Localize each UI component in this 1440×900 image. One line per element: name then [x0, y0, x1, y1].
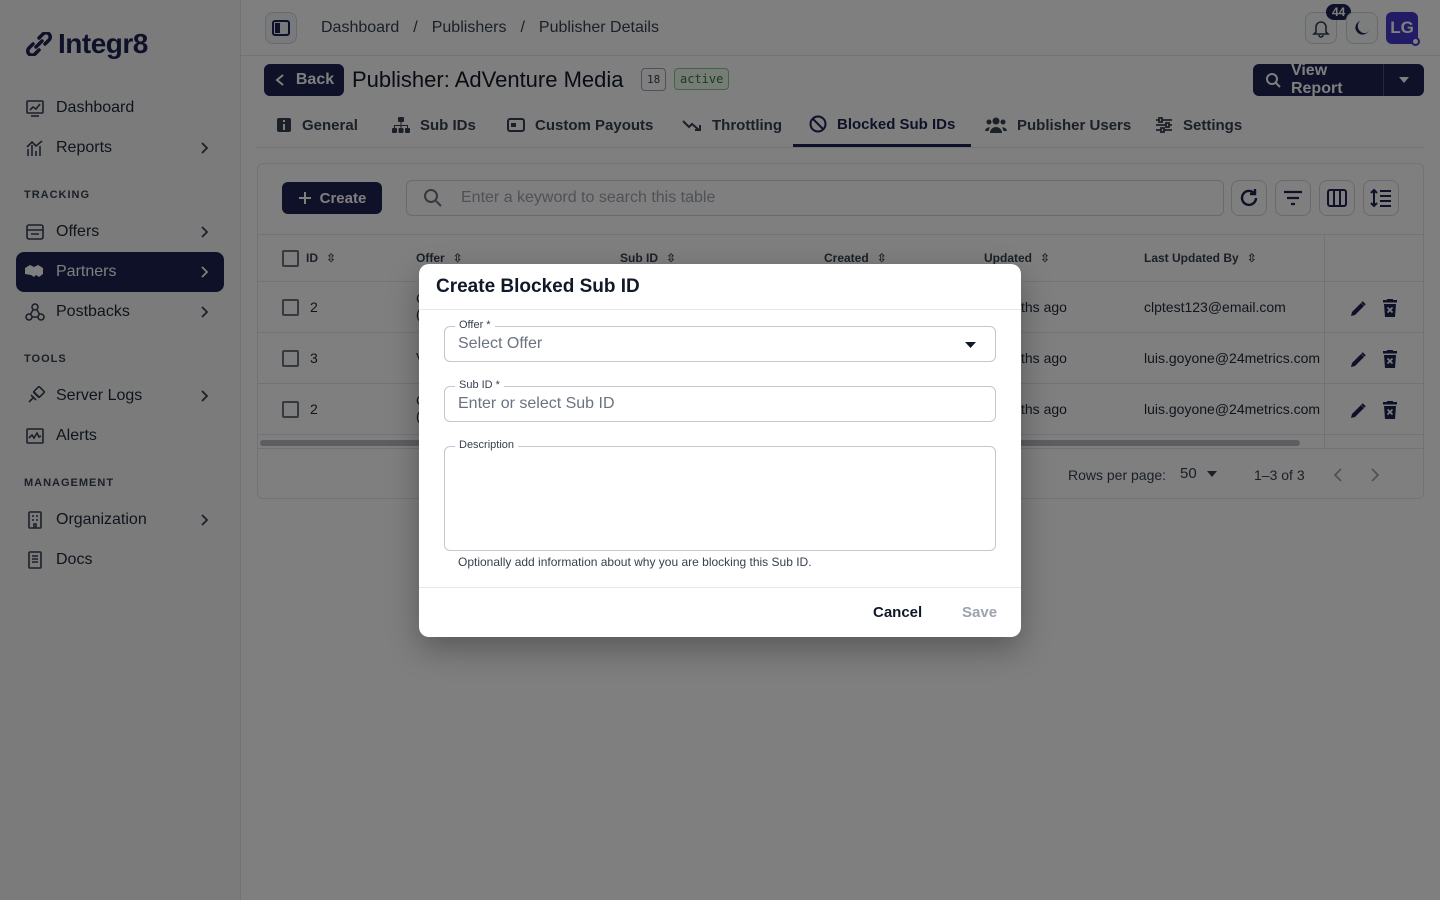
divider [419, 309, 1021, 310]
sub-id-label: Sub ID * [455, 379, 504, 391]
sub-id-placeholder: Enter or select Sub ID [458, 395, 615, 412]
offer-label: Offer * [455, 319, 495, 331]
divider [419, 587, 1021, 588]
save-button[interactable]: Save [962, 604, 997, 621]
caret-down-icon [965, 342, 976, 348]
description-helper-text: Optionally add information about why you… [458, 555, 812, 569]
description-label: Description [455, 439, 519, 451]
offer-placeholder: Select Offer [458, 335, 543, 352]
cancel-button[interactable]: Cancel [873, 604, 922, 621]
create-blocked-sub-id-dialog: Create Blocked Sub ID Offer * Select Off… [419, 264, 1021, 637]
description-textarea[interactable]: Description [444, 439, 996, 551]
dialog-title: Create Blocked Sub ID [436, 276, 640, 297]
offer-select[interactable]: Offer * Select Offer [444, 319, 996, 362]
sub-id-input[interactable]: Sub ID * Enter or select Sub ID [444, 379, 996, 422]
